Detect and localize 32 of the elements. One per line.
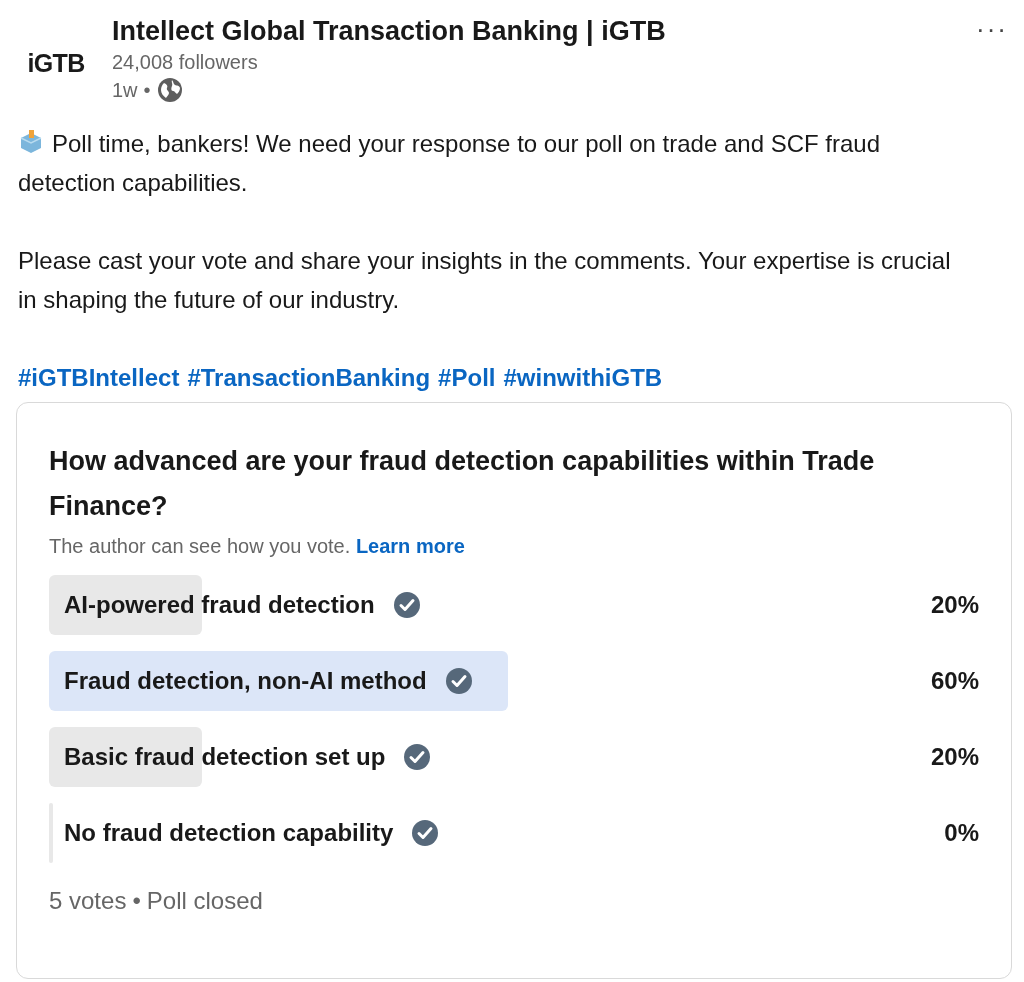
vote-percent: 20% xyxy=(930,742,979,772)
ballot-box-icon xyxy=(18,129,44,155)
learn-more-link[interactable]: Learn more xyxy=(355,535,465,557)
more-options-button[interactable]: ··· xyxy=(976,16,1008,42)
poll-note: The author can see how you vote. Learn more xyxy=(49,534,466,559)
vote-count: 5 votes xyxy=(49,886,127,916)
poll-status: Poll closed xyxy=(146,886,263,916)
vote-percent: 60% xyxy=(930,666,979,696)
post-text: Please cast your vote and share your insights in the comments. Your expertise is crucial in shaping the future of our industry. xyxy=(18,246,952,315)
post-time: 1w xyxy=(112,78,138,103)
company-name[interactable]: Intellect Global Transaction Banking | iGTB xyxy=(112,14,976,48)
vote-percent: 20% xyxy=(930,590,979,620)
hashtag-link[interactable]: #iGTBIntellect xyxy=(18,358,180,397)
poll-option: Basic fraud detection set up xyxy=(64,739,386,775)
check-icon xyxy=(444,667,473,695)
check-icon xyxy=(411,819,440,847)
post-text: Poll time, bankers! We need your response to our poll on trade and SCF fraud detection capabilities. xyxy=(18,128,881,198)
separator-dot: • xyxy=(143,78,151,103)
globe-icon xyxy=(156,77,183,103)
separator-dot: • xyxy=(132,886,141,916)
follower-count: 24,008 followers xyxy=(112,50,259,75)
check-icon xyxy=(403,743,432,771)
poll-question: How advanced are your fraud detection capabilities within Trade Finance? xyxy=(49,445,876,523)
check-icon xyxy=(392,591,421,619)
poll-option: AI-powered fraud detection xyxy=(64,587,375,623)
poll-option: Fraud detection, non-AI method xyxy=(64,663,427,699)
hashtag-link[interactable]: #Poll xyxy=(438,358,496,397)
hashtag-link[interactable]: #winwithiGTB xyxy=(503,358,663,397)
hashtag-link[interactable]: #TransactionBanking xyxy=(187,358,431,397)
poll-option: No fraud detection capability xyxy=(64,815,394,851)
vote-percent: 0% xyxy=(944,818,979,848)
company-logo[interactable]: iGTB xyxy=(18,36,94,92)
